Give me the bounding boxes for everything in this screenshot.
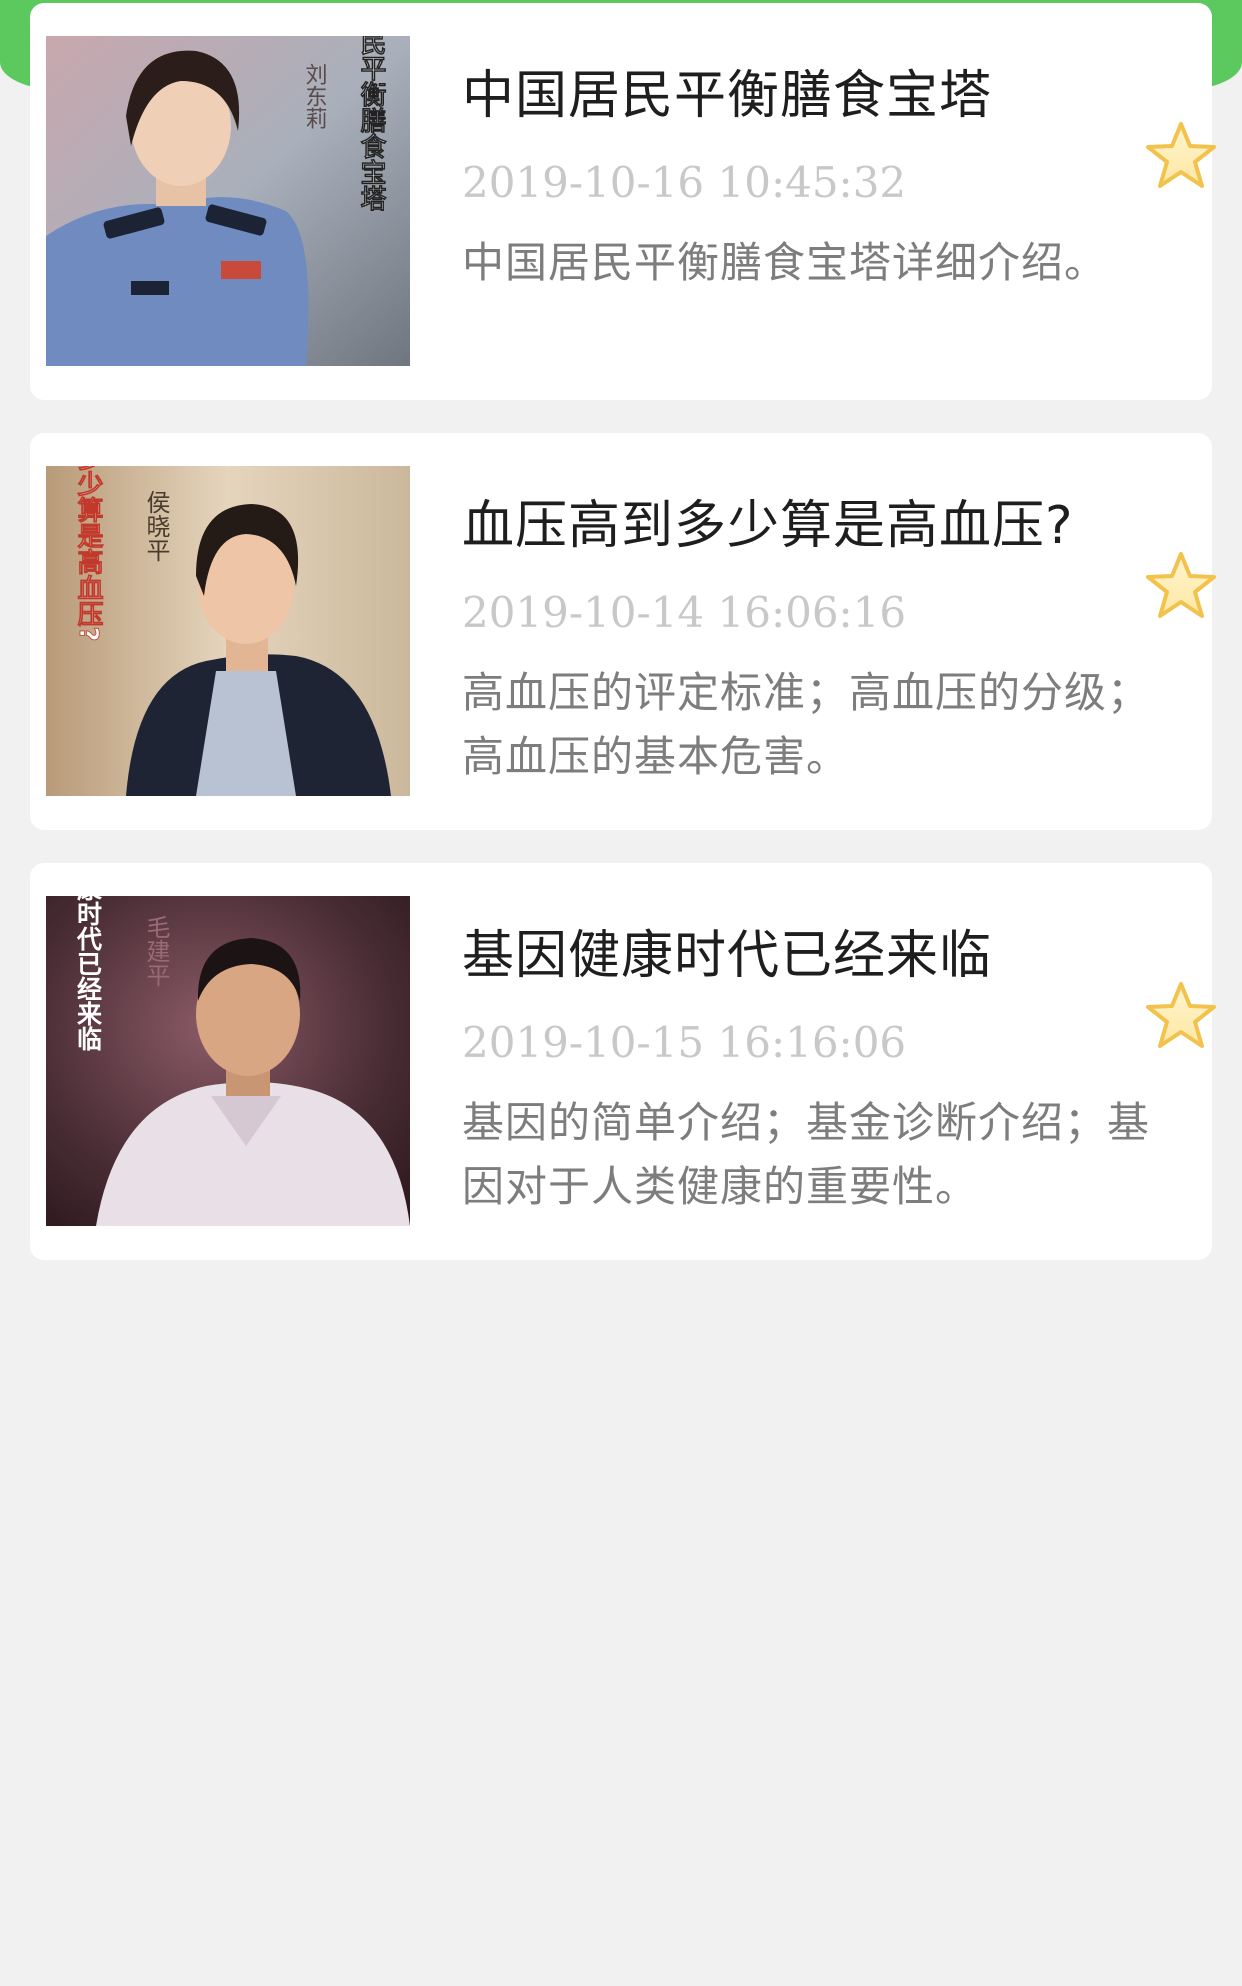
article-title: 基因健康时代已经来临 xyxy=(462,926,993,986)
thumbnail-vertical-title: 中国居民平衡膳食宝塔 xyxy=(356,36,386,212)
article-card[interactable]: 血压高到多少算是高血压? 侯晓平 血压高到多少算是高血压? 2019-10-14… xyxy=(30,433,1216,830)
article-description: 中国居民平衡膳食宝塔详细介绍。 xyxy=(462,238,1108,287)
favorite-star-icon[interactable] xyxy=(1144,549,1218,623)
article-date: 2019-10-16 10:45:32 xyxy=(462,158,907,207)
thumbnail-vertical-title: 基因健康时代已经来临 xyxy=(74,896,104,1051)
favorite-star-icon[interactable] xyxy=(1144,979,1218,1053)
article-description: 基因的简单介绍；基金诊断介绍；基因对于人类健康的重要性。 xyxy=(462,1098,1151,1211)
thumbnail-author-name: 侯晓平 xyxy=(142,490,170,562)
article-list: 中国居民平衡膳食宝塔 刘东莉 中国居民平衡膳食宝塔 2019-10-16 10:… xyxy=(30,3,1216,1293)
article-date: 2019-10-15 16:16:06 xyxy=(462,1018,907,1067)
article-title: 中国居民平衡膳食宝塔 xyxy=(462,66,993,126)
article-card[interactable]: 中国居民平衡膳食宝塔 刘东莉 中国居民平衡膳食宝塔 2019-10-16 10:… xyxy=(30,3,1216,400)
article-thumbnail: 血压高到多少算是高血压? 侯晓平 xyxy=(46,466,410,796)
thumbnail-vertical-title: 血压高到多少算是高血压? xyxy=(73,466,104,642)
article-description: 高血压的评定标准；高血压的分级；高血压的基本危害。 xyxy=(462,668,1151,781)
article-thumbnail: 中国居民平衡膳食宝塔 刘东莉 xyxy=(46,36,410,366)
article-title: 血压高到多少算是高血压? xyxy=(462,496,1074,556)
article-date: 2019-10-14 16:06:16 xyxy=(462,588,907,637)
thumbnail-author-name: 刘东莉 xyxy=(302,63,328,129)
favorite-star-icon[interactable] xyxy=(1144,119,1218,193)
thumbnail-author-name: 毛建平 xyxy=(142,915,170,987)
article-card[interactable]: 基因健康时代已经来临 毛建平 基因健康时代已经来临 2019-10-15 16:… xyxy=(30,863,1216,1260)
article-thumbnail: 基因健康时代已经来临 毛建平 xyxy=(46,896,410,1226)
